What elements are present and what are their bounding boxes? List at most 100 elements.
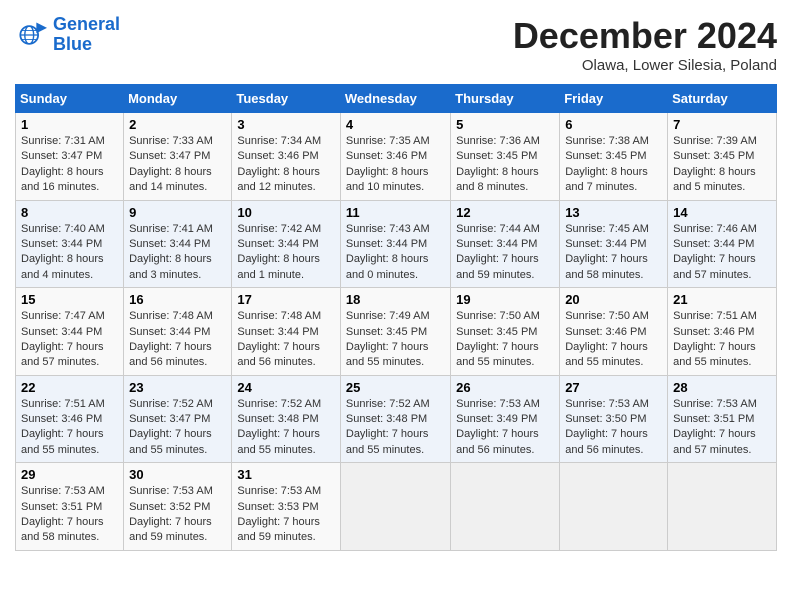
day-info-line: Sunset: 3:47 PM <box>129 150 210 162</box>
day-info-line: Sunset: 3:50 PM <box>565 413 646 425</box>
day-info-line: Sunrise: 7:51 AM <box>673 310 757 322</box>
day-info-line: Sunset: 3:46 PM <box>346 150 427 162</box>
calendar-header: SundayMondayTuesdayWednesdayThursdayFrid… <box>16 85 777 113</box>
day-info-line: Daylight: 8 hours and 8 minutes. <box>456 166 539 193</box>
calendar-cell: 16Sunrise: 7:48 AMSunset: 3:44 PMDayligh… <box>124 288 232 376</box>
day-number: 17 <box>237 292 335 307</box>
day-info-line: Daylight: 7 hours and 56 minutes. <box>129 341 212 368</box>
weekday-header-wednesday: Wednesday <box>340 85 450 113</box>
calendar-cell: 17 Sunrise: 7:48 AMSunset: 3:44 PMDayligh… <box>232 288 341 376</box>
day-info: Sunrise: 7:50 AMSunset: 3:45 PMDaylight:… <box>456 309 554 371</box>
day-info-line: Sunrise: 7:52 AM <box>129 398 213 410</box>
day-info: Sunrise: 7:53 AMSunset: 3:49 PMDaylight:… <box>456 397 554 459</box>
calendar-week-5: 29Sunrise: 7:53 AMSunset: 3:51 PMDayligh… <box>16 463 777 551</box>
day-info: Sunrise: 7:35 AM Sunset: 3:46 PM Daylight:… <box>346 134 445 196</box>
day-number: 3 <box>237 117 335 132</box>
calendar-body: 1Sunrise: 7:31 AMSunset: 3:47 PMDaylight… <box>16 113 777 551</box>
calendar-cell: 26 Sunrise: 7:53 AMSunset: 3:49 PMDayligh… <box>451 375 560 463</box>
logo-text: General Blue <box>53 15 120 55</box>
calendar-cell: 2 Sunrise: 7:33 AMSunset: 3:47 PMDaylight… <box>124 113 232 201</box>
day-info: Sunrise: 7:48 AMSunset: 3:44 PMDaylight:… <box>237 309 335 371</box>
calendar-cell: 8Sunrise: 7:40 AMSunset: 3:44 PMDaylight… <box>16 200 124 288</box>
day-info-line: Sunset: 3:46 PM <box>673 326 754 338</box>
day-info-line: Sunset: 3:51 PM <box>21 501 102 513</box>
weekday-header-monday: Monday <box>124 85 232 113</box>
day-info-line: Sunrise: 7:48 AM <box>237 310 321 322</box>
day-info-line: Sunset: 3:44 PM <box>456 238 537 250</box>
calendar-cell: 12Sunrise: 7:44 AMSunset: 3:44 PMDayligh… <box>451 200 560 288</box>
calendar-cell: 4 Sunrise: 7:35 AM Sunset: 3:46 PM Daylight… <box>340 113 450 201</box>
day-info-line: Sunset: 3:46 PM <box>565 326 646 338</box>
day-info-line: Daylight: 7 hours and 55 minutes. <box>346 428 429 455</box>
day-info-line: Daylight: 7 hours and 59 minutes. <box>129 516 212 543</box>
calendar-cell <box>451 463 560 551</box>
day-info-line: Sunrise: 7:36 AM <box>456 135 540 147</box>
calendar-cell: 9 Sunrise: 7:41 AMSunset: 3:44 PMDaylight… <box>124 200 232 288</box>
day-info: Sunrise: 7:53 AMSunset: 3:51 PMDaylight:… <box>21 484 118 546</box>
day-info-line: Sunrise: 7:41 AM <box>129 223 213 235</box>
day-number: 9 <box>129 205 226 220</box>
day-info-line: Sunset: 3:46 PM <box>21 413 102 425</box>
day-info-line: Daylight: 7 hours and 55 minutes. <box>21 428 104 455</box>
day-info: Sunrise: 7:51 AMSunset: 3:46 PMDaylight:… <box>21 397 118 459</box>
weekday-header-row: SundayMondayTuesdayWednesdayThursdayFrid… <box>16 85 777 113</box>
day-number: 23 <box>129 380 226 395</box>
calendar-week-3: 15Sunrise: 7:47 AMSunset: 3:44 PMDayligh… <box>16 288 777 376</box>
day-info-line: Sunset: 3:48 PM <box>237 413 318 425</box>
day-info-line: Sunrise: 7:50 AM <box>565 310 649 322</box>
weekday-header-friday: Friday <box>560 85 668 113</box>
calendar-cell: 13Sunrise: 7:45 AMSunset: 3:44 PMDayligh… <box>560 200 668 288</box>
day-info: Sunrise: 7:33 AMSunset: 3:47 PMDaylight:… <box>129 134 226 196</box>
day-info-line: Sunrise: 7:53 AM <box>129 485 213 497</box>
day-number: 13 <box>565 205 662 220</box>
day-info-line: Sunrise: 7:40 AM <box>21 223 105 235</box>
calendar-cell: 31Sunrise: 7:53 AMSunset: 3:53 PMDayligh… <box>232 463 341 551</box>
weekday-header-thursday: Thursday <box>451 85 560 113</box>
day-info-line: Sunset: 3:48 PM <box>346 413 427 425</box>
day-info: Sunrise: 7:38 AMSunset: 3:45 PMDaylight:… <box>565 134 662 196</box>
day-info: Sunrise: 7:48 AMSunset: 3:44 PMDaylight:… <box>129 309 226 371</box>
day-info-line: Sunrise: 7:52 AM <box>237 398 321 410</box>
logo: General Blue <box>15 15 120 55</box>
calendar-cell: 3Sunrise: 7:34 AMSunset: 3:46 PMDaylight… <box>232 113 341 201</box>
day-info-line: Daylight: 8 hours and 0 minutes. <box>346 253 429 280</box>
day-info-line: Sunrise: 7:38 AM <box>565 135 649 147</box>
day-number: 20 <box>565 292 662 307</box>
day-info: Sunrise: 7:41 AMSunset: 3:44 PMDaylight:… <box>129 222 226 284</box>
calendar-cell: 6Sunrise: 7:38 AMSunset: 3:45 PMDaylight… <box>560 113 668 201</box>
day-info-line: Daylight: 8 hours and 4 minutes. <box>21 253 104 280</box>
day-info: Sunrise: 7:46 AMSunset: 3:44 PMDaylight:… <box>673 222 771 284</box>
calendar-cell <box>340 463 450 551</box>
day-info-line: Sunrise: 7:53 AM <box>237 485 321 497</box>
calendar-cell: 30Sunrise: 7:53 AMSunset: 3:52 PMDayligh… <box>124 463 232 551</box>
day-info-line: Sunset: 3:44 PM <box>673 238 754 250</box>
calendar-cell: 14Sunrise: 7:46 AMSunset: 3:44 PMDayligh… <box>668 200 777 288</box>
day-info-line: Daylight: 8 hours and 16 minutes. <box>21 166 104 193</box>
weekday-header-sunday: Sunday <box>16 85 124 113</box>
day-info-line: Sunrise: 7:34 AM <box>237 135 321 147</box>
calendar-cell <box>560 463 668 551</box>
day-number: 26 <box>456 380 554 395</box>
day-info: Sunrise: 7:43 AMSunset: 3:44 PMDaylight:… <box>346 222 445 284</box>
calendar-cell: 20Sunrise: 7:50 AMSunset: 3:46 PMDayligh… <box>560 288 668 376</box>
day-info-line: Daylight: 7 hours and 55 minutes. <box>346 341 429 368</box>
calendar-cell: 11 Sunrise: 7:43 AMSunset: 3:44 PMDayligh… <box>340 200 450 288</box>
day-number: 11 <box>346 205 445 220</box>
day-number: 2 <box>129 117 226 132</box>
day-number: 10 <box>237 205 335 220</box>
day-info: Sunrise: 7:39 AMSunset: 3:45 PMDaylight:… <box>673 134 771 196</box>
day-info-line: Sunrise: 7:35 AM <box>346 135 430 147</box>
day-info-line: Daylight: 8 hours and 10 minutes. <box>346 166 429 193</box>
day-number: 4 <box>346 117 445 132</box>
day-number: 21 <box>673 292 771 307</box>
day-number: 30 <box>129 467 226 482</box>
calendar-week-2: 8Sunrise: 7:40 AMSunset: 3:44 PMDaylight… <box>16 200 777 288</box>
calendar-table: SundayMondayTuesdayWednesdayThursdayFrid… <box>15 84 777 551</box>
day-number: 31 <box>237 467 335 482</box>
day-info-line: Sunrise: 7:31 AM <box>21 135 105 147</box>
day-info-line: Sunrise: 7:50 AM <box>456 310 540 322</box>
day-info-line: Sunset: 3:51 PM <box>673 413 754 425</box>
day-info-line: Daylight: 7 hours and 55 minutes. <box>456 341 539 368</box>
calendar-cell: 25Sunrise: 7:52 AMSunset: 3:48 PMDayligh… <box>340 375 450 463</box>
day-info-line: Daylight: 8 hours and 14 minutes. <box>129 166 212 193</box>
